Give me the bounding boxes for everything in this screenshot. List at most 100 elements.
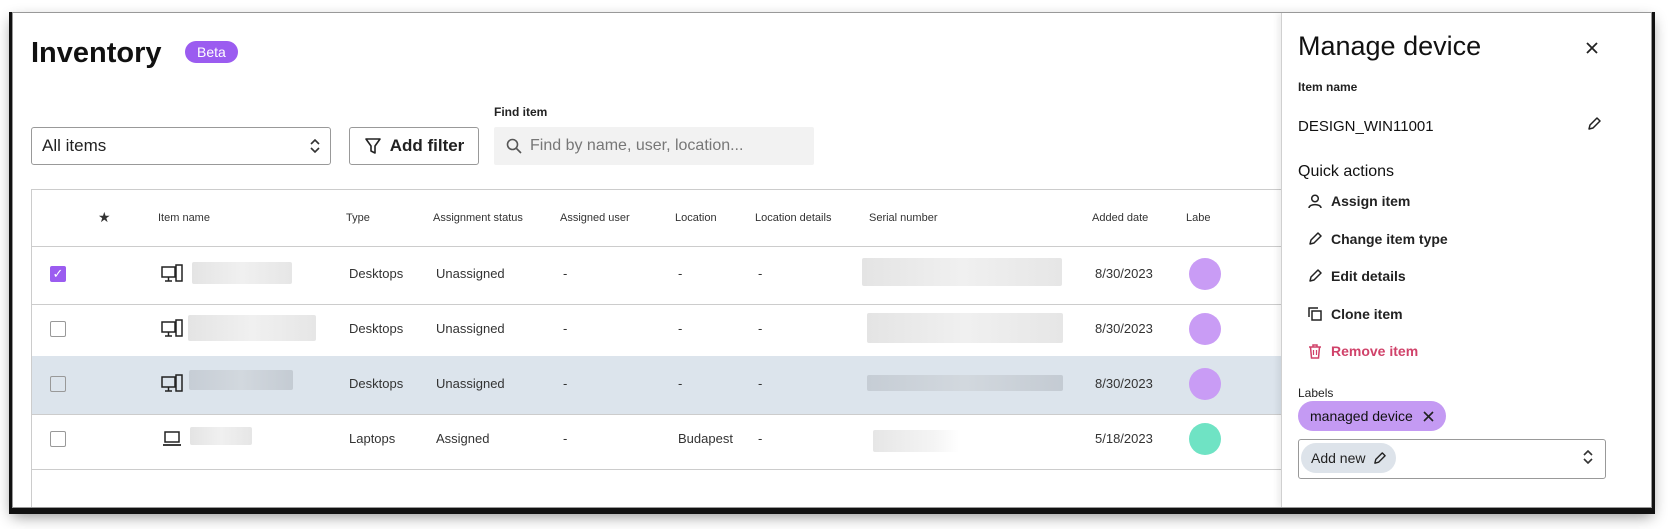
desktop-icon bbox=[161, 264, 183, 282]
pencil-icon bbox=[1309, 269, 1322, 282]
serial-redacted bbox=[867, 313, 1063, 343]
date-cell: 5/18/2023 bbox=[1095, 431, 1153, 446]
table-row[interactable]: Desktops Unassigned - - - 8/30/2023 bbox=[32, 356, 1332, 415]
item-name-value: DESIGN_WIN11001 bbox=[1298, 118, 1434, 135]
column-labels[interactable]: Labe bbox=[1186, 212, 1210, 224]
date-cell: 8/30/2023 bbox=[1095, 376, 1153, 391]
inventory-table: ★ Item name Type Assignment status Assig… bbox=[31, 189, 1333, 507]
serial-redacted bbox=[862, 258, 1062, 286]
status-cell: Unassigned bbox=[436, 266, 505, 281]
label-badge bbox=[1189, 258, 1221, 290]
row-checkbox[interactable] bbox=[50, 431, 66, 447]
column-item-name[interactable]: Item name bbox=[158, 212, 210, 224]
assign-item-label: Assign item bbox=[1331, 193, 1411, 209]
change-item-type-label: Change item type bbox=[1331, 231, 1448, 247]
trash-icon bbox=[1309, 343, 1321, 359]
table-header: ★ Item name Type Assignment status Assig… bbox=[32, 190, 1332, 247]
column-location[interactable]: Location bbox=[675, 212, 717, 224]
row-checkbox[interactable] bbox=[50, 321, 66, 337]
status-cell: Unassigned bbox=[436, 376, 505, 391]
details-cell: - bbox=[758, 376, 763, 391]
table-row[interactable]: Laptops Assigned - Budapest - 5/18/2023 bbox=[32, 411, 1332, 470]
column-location-details[interactable]: Location details bbox=[755, 212, 831, 224]
page-title: Inventory bbox=[31, 37, 162, 69]
serial-redacted bbox=[867, 375, 1063, 391]
location-cell: - bbox=[678, 321, 683, 336]
add-new-label: Add new bbox=[1311, 450, 1366, 466]
app-window: Inventory Beta All items Add filter Find… bbox=[12, 12, 1652, 508]
location-cell: - bbox=[678, 376, 683, 391]
details-cell: - bbox=[758, 266, 763, 281]
table-row[interactable]: ✓ Desktops Unassigned - - - 8/30/2023 bbox=[32, 246, 1332, 305]
item-name-redacted bbox=[189, 370, 293, 390]
details-cell: - bbox=[758, 431, 763, 446]
item-name-redacted bbox=[190, 427, 252, 445]
desktop-icon bbox=[161, 374, 183, 392]
pencil-icon bbox=[1309, 232, 1322, 245]
remove-item-button[interactable]: Remove item bbox=[1308, 343, 1418, 359]
column-type[interactable]: Type bbox=[346, 212, 370, 224]
search-input[interactable]: Find by name, user, location... bbox=[494, 127, 814, 165]
desktop-icon bbox=[161, 319, 183, 337]
item-name-label: Item name bbox=[1298, 80, 1358, 94]
status-cell: Unassigned bbox=[436, 321, 505, 336]
laptop-icon bbox=[163, 431, 181, 446]
details-cell: - bbox=[758, 321, 763, 336]
chevron-updown-icon[interactable] bbox=[1583, 450, 1593, 464]
row-checkbox[interactable] bbox=[50, 376, 66, 392]
view-select[interactable]: All items bbox=[31, 127, 331, 165]
type-cell: Laptops bbox=[349, 431, 396, 446]
chevron-updown-icon bbox=[310, 139, 320, 153]
user-cell: - bbox=[563, 376, 568, 391]
user-cell: - bbox=[563, 266, 568, 281]
label-badge bbox=[1189, 423, 1221, 455]
beta-badge: Beta bbox=[185, 41, 238, 63]
labels-select[interactable]: Add new bbox=[1298, 439, 1606, 479]
column-added-date[interactable]: Added date bbox=[1092, 212, 1148, 224]
search-placeholder: Find by name, user, location... bbox=[530, 137, 744, 154]
item-name-redacted bbox=[192, 262, 292, 284]
item-name-redacted bbox=[188, 315, 316, 341]
change-item-type-button[interactable]: Change item type bbox=[1308, 231, 1448, 247]
type-cell: Desktops bbox=[349, 376, 404, 391]
user-cell: - bbox=[563, 431, 568, 446]
close-icon[interactable] bbox=[1423, 410, 1434, 422]
column-serial-number[interactable]: Serial number bbox=[869, 212, 937, 224]
type-cell: Desktops bbox=[349, 266, 404, 281]
date-cell: 8/30/2023 bbox=[1095, 266, 1153, 281]
pencil-icon bbox=[1374, 451, 1387, 464]
add-new-label-button[interactable]: Add new bbox=[1301, 443, 1397, 473]
add-filter-label: Add filter bbox=[389, 136, 465, 155]
user-icon bbox=[1308, 193, 1322, 208]
filter-icon bbox=[364, 138, 381, 154]
view-select-value: All items bbox=[42, 136, 107, 155]
add-filter-button[interactable]: Add filter bbox=[349, 127, 479, 165]
copy-icon bbox=[1308, 307, 1322, 321]
date-cell: 8/30/2023 bbox=[1095, 321, 1153, 336]
clone-item-label: Clone item bbox=[1331, 306, 1403, 322]
location-cell: - bbox=[678, 266, 683, 281]
star-column-icon[interactable]: ★ bbox=[98, 209, 111, 226]
manage-device-panel: Manage device Item name DESIGN_WIN11001 … bbox=[1281, 13, 1651, 507]
row-checkbox[interactable]: ✓ bbox=[50, 266, 66, 282]
assign-item-button[interactable]: Assign item bbox=[1308, 193, 1410, 209]
search-icon bbox=[506, 138, 522, 154]
location-cell: Budapest bbox=[678, 431, 733, 446]
panel-title: Manage device bbox=[1298, 31, 1482, 61]
edit-details-label: Edit details bbox=[1331, 268, 1406, 284]
clone-item-button[interactable]: Clone item bbox=[1308, 306, 1403, 322]
close-icon[interactable] bbox=[1585, 35, 1599, 61]
labels-title: Labels bbox=[1298, 386, 1334, 400]
edit-name-icon[interactable] bbox=[1587, 117, 1601, 136]
type-cell: Desktops bbox=[349, 321, 404, 336]
serial-redacted bbox=[873, 430, 959, 452]
column-assignment-status[interactable]: Assignment status bbox=[433, 212, 523, 224]
table-row[interactable]: Desktops Unassigned - - - 8/30/2023 bbox=[32, 301, 1332, 360]
edit-details-button[interactable]: Edit details bbox=[1308, 268, 1406, 284]
label-chip: managed device bbox=[1298, 401, 1446, 431]
label-badge bbox=[1189, 313, 1221, 345]
find-item-label: Find item bbox=[494, 105, 548, 119]
column-assigned-user[interactable]: Assigned user bbox=[560, 212, 630, 224]
status-cell: Assigned bbox=[436, 431, 490, 446]
quick-actions-title: Quick actions bbox=[1298, 163, 1395, 180]
